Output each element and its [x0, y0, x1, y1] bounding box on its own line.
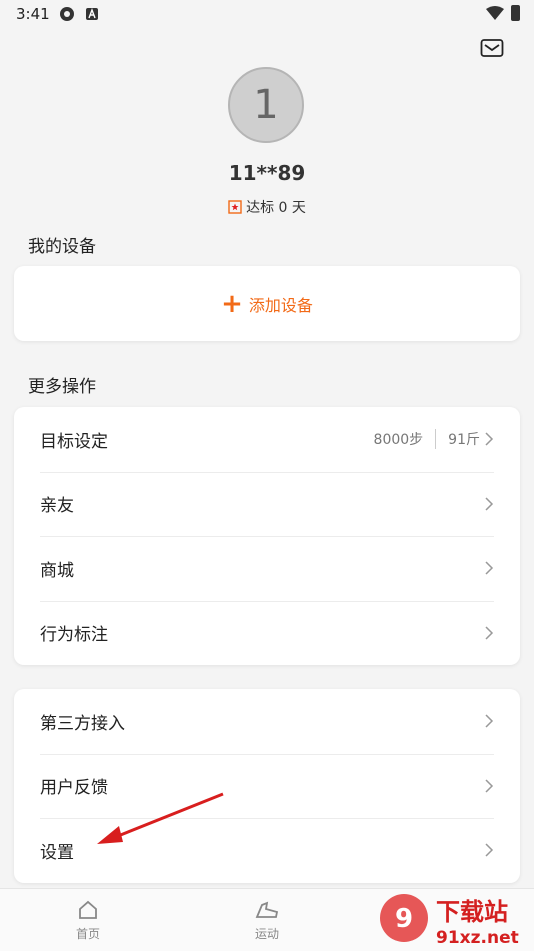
svg-text:下载站: 下载站	[436, 898, 508, 926]
divider	[435, 429, 437, 450]
add-device-button[interactable]: + 添加设备	[14, 266, 520, 341]
more-actions-card: 目标设定 8000步 91斤 亲友 商城 行为标注	[14, 407, 520, 665]
goal-badge-text: 达标 0 天	[246, 200, 306, 216]
svg-text:91xz.net: 91xz.net	[436, 928, 519, 948]
shoe-icon	[255, 901, 279, 918]
goal-values: 8000步 91斤	[373, 429, 480, 450]
menu-item-third-party[interactable]: 第三方接入	[14, 689, 520, 754]
username: 11**89	[228, 161, 306, 185]
battery-icon	[511, 5, 520, 21]
add-device-label: 添加设备	[248, 295, 313, 315]
home-icon	[79, 900, 97, 919]
menu-item-settings[interactable]: 设置	[14, 818, 520, 883]
site-watermark-logo: 9 下载站 91xz.net	[380, 894, 519, 948]
tab-sport[interactable]: 运动	[237, 899, 297, 942]
menu-item-label: 商城	[40, 560, 74, 581]
wifi-icon	[486, 6, 504, 20]
svg-text:9: 9	[395, 904, 413, 934]
notification-a-icon	[86, 8, 98, 20]
goal-badge: 达标 0 天	[0, 197, 534, 217]
menu-item-label: 第三方接入	[40, 713, 125, 734]
menu-item-feedback[interactable]: 用户反馈	[14, 753, 520, 819]
tab-home[interactable]: 首页	[58, 899, 118, 942]
menu-item-friends[interactable]: 亲友	[14, 471, 520, 537]
chevron-right-icon	[485, 779, 494, 793]
settings-gear-icon	[60, 7, 74, 21]
goal-steps: 8000步	[373, 432, 424, 449]
menu-item-mall[interactable]: 商城	[14, 536, 520, 601]
chevron-right-icon	[485, 561, 494, 575]
chevron-right-icon	[485, 497, 494, 511]
menu-item-goal-setting[interactable]: 目标设定 8000步 91斤	[14, 407, 520, 472]
menu-item-label: 目标设定	[40, 431, 108, 452]
add-device-card[interactable]: + 添加设备	[14, 266, 520, 341]
chevron-right-icon	[485, 843, 494, 857]
annotation-arrow-icon	[97, 792, 224, 844]
mail-icon[interactable]	[480, 38, 504, 58]
avatar[interactable]: 1	[228, 67, 304, 143]
goal-weight: 91斤	[448, 432, 480, 449]
menu-item-behavior-tagging[interactable]: 行为标注	[14, 600, 520, 666]
menu-item-label: 亲友	[40, 496, 74, 517]
chevron-right-icon	[485, 432, 494, 446]
more-actions-title: 更多操作	[28, 377, 96, 397]
tab-home-label: 首页	[75, 927, 100, 941]
status-bar: 3:41	[0, 0, 534, 28]
status-time: 3:41	[16, 5, 50, 23]
tab-sport-label: 运动	[254, 927, 279, 941]
plus-icon: +	[221, 288, 243, 319]
chevron-right-icon	[485, 714, 494, 728]
other-actions-card: 第三方接入 用户反馈 设置	[14, 689, 520, 883]
star-badge-icon	[228, 200, 242, 214]
my-devices-title: 我的设备	[28, 237, 96, 257]
chevron-right-icon	[485, 626, 494, 640]
menu-item-label: 行为标注	[40, 625, 108, 646]
